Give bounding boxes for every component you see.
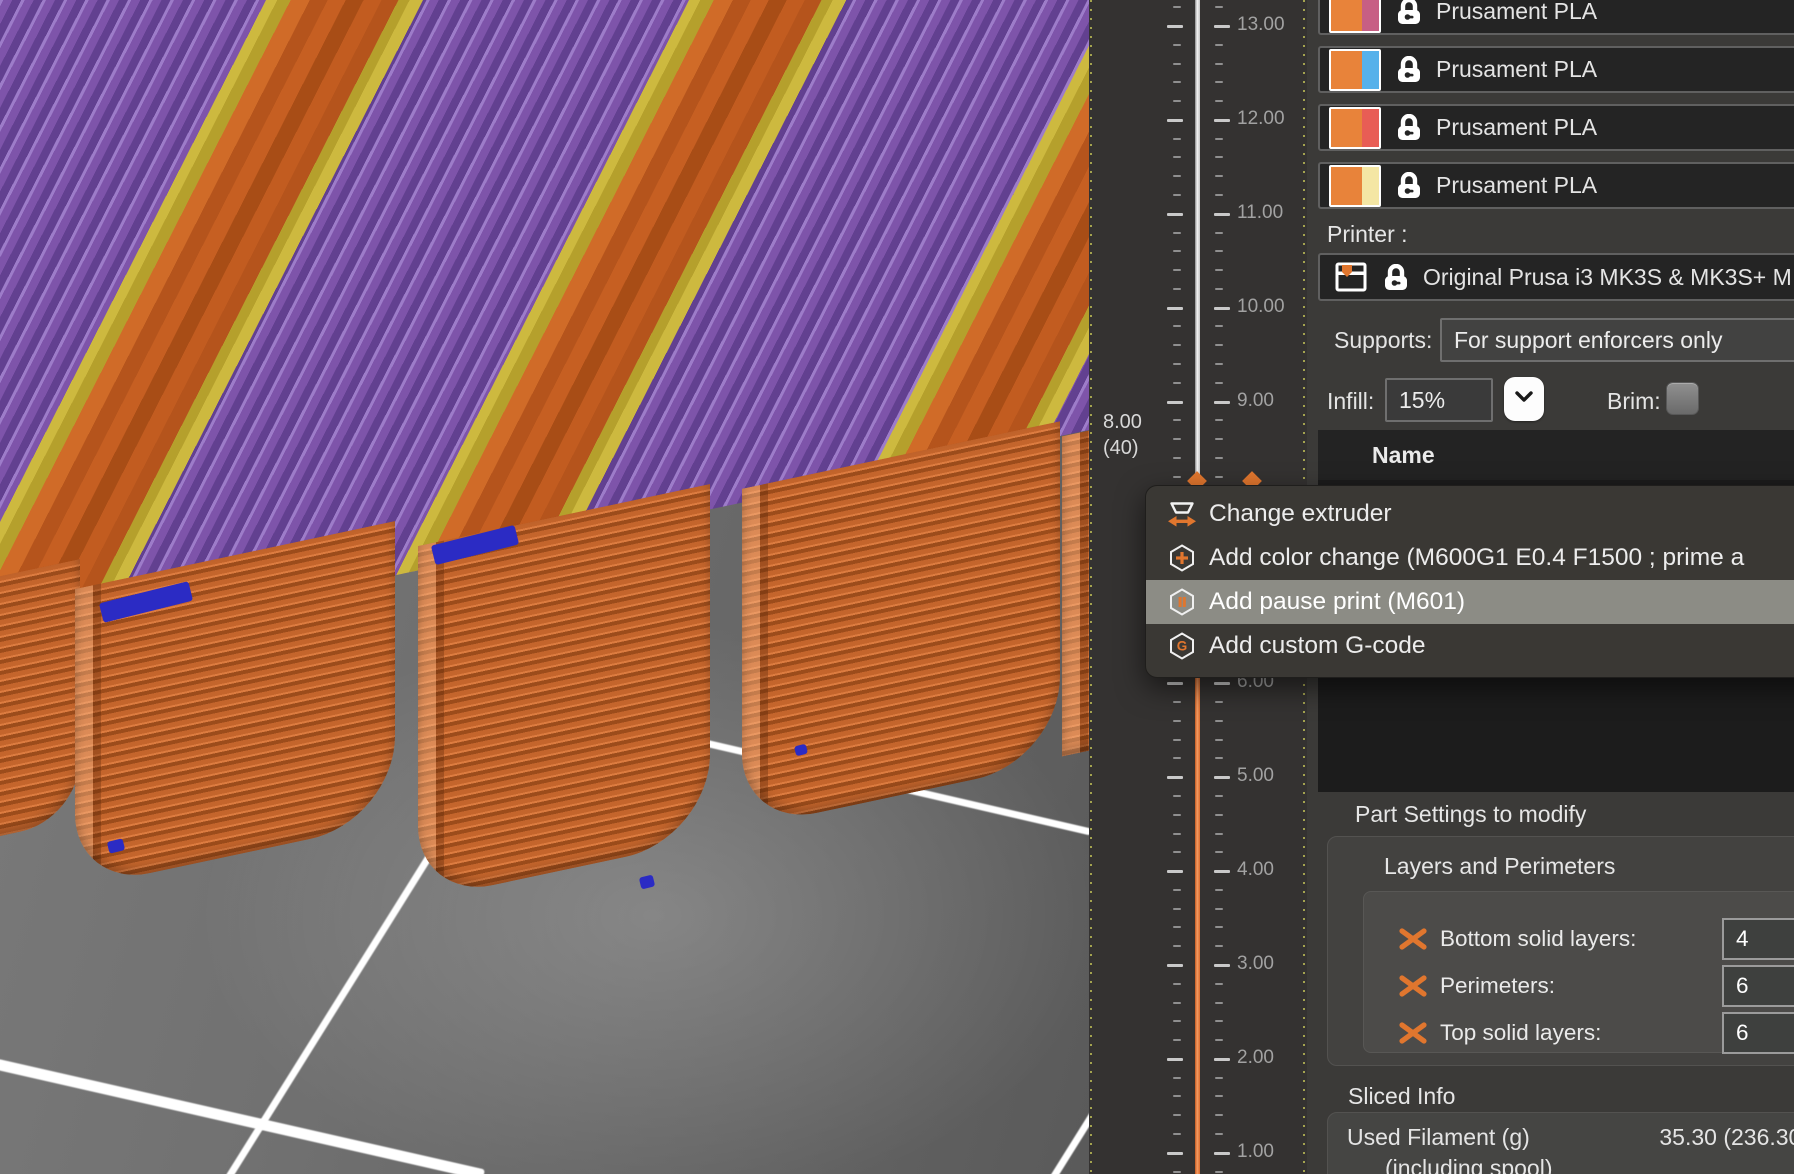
setting-row-top-solid-layers: Top solid layers: 6 — [1364, 1012, 1794, 1054]
hex-plus-icon — [1166, 544, 1198, 572]
menu-item-add-pause-print-m601-[interactable]: Add pause print (M601) — [1146, 580, 1794, 624]
menu-item-add-color-change-m600g1-e0-4[interactable]: Add color change (M600G1 E0.4 F1500 ; pr… — [1146, 536, 1794, 580]
infill-dropdown-button[interactable] — [1504, 377, 1544, 421]
remove-setting-icon[interactable] — [1398, 971, 1428, 1001]
setting-label: Top solid layers: — [1440, 1020, 1601, 1046]
used-filament-value: 35.30 (236.30) — [1561, 1124, 1794, 1151]
used-filament-label: Used Filament (g) — [1347, 1124, 1530, 1151]
lock-icon — [1397, 114, 1421, 141]
layers-perimeters-heading: Layers and Perimeters — [1384, 853, 1615, 880]
sliced-info-box: Used Filament (g) 35.30 (236.30) (includ… — [1327, 1112, 1794, 1174]
lock-icon — [1384, 264, 1408, 291]
supports-value: For support enforcers only — [1454, 327, 1722, 354]
sliced-info-title: Sliced Info — [1348, 1083, 1455, 1110]
filament-color-swatch — [1329, 49, 1381, 91]
svg-text:G: G — [1177, 639, 1188, 654]
current-layer-height: 8.00 — [1103, 409, 1142, 435]
lock-icon — [1397, 56, 1421, 83]
menu-item-add-custom-g-code[interactable]: G Add custom G-code — [1146, 624, 1794, 668]
used-filament-sublabel: (including spool) — [1385, 1155, 1552, 1174]
setting-row-bottom-solid-layers: Bottom solid layers: 4 — [1364, 918, 1794, 960]
printer-icon — [1334, 261, 1368, 293]
filament-name: Prusament PLA — [1436, 114, 1597, 141]
printer-heading: Printer : — [1327, 221, 1408, 248]
menu-item-change-extruder[interactable]: Change extruder — [1146, 492, 1794, 536]
filament-name: Prusament PLA — [1436, 172, 1597, 199]
supports-label: Supports: — [1334, 327, 1432, 354]
lock-icon — [1397, 172, 1421, 199]
lock-icon — [1397, 0, 1421, 25]
layer-slider-track[interactable] — [1195, 0, 1200, 479]
part-settings-title: Part Settings to modify — [1355, 801, 1586, 828]
layer-context-menu: Change extruder Add color change (M600G1 … — [1145, 485, 1794, 678]
filament-name: Prusament PLA — [1436, 56, 1597, 83]
supports-select[interactable]: For support enforcers only — [1440, 318, 1794, 362]
chevron-down-icon — [1513, 388, 1535, 411]
model-wall — [1062, 424, 1089, 757]
setting-label: Perimeters: — [1440, 973, 1555, 999]
menu-item-label: Add custom G-code — [1209, 632, 1426, 660]
infill-label: Infill: — [1327, 388, 1374, 415]
setting-value-input[interactable]: 6 — [1722, 1012, 1794, 1054]
setting-label: Bottom solid layers: — [1440, 926, 1636, 952]
part-settings-group-box: Layers and Perimeters Bottom solid layer… — [1327, 836, 1794, 1066]
3d-viewport[interactable] — [0, 0, 1089, 1174]
object-list-header: Name — [1318, 430, 1794, 480]
printer-selector[interactable]: Original Prusa i3 MK3S & MK3S+ M — [1318, 253, 1794, 301]
name-column-header: Name — [1372, 442, 1435, 469]
divider-dotted-line — [1090, 0, 1092, 1174]
current-layer-number: (40) — [1103, 435, 1142, 461]
menu-item-label: Add pause print (M601) — [1209, 588, 1465, 616]
filament-selector-4[interactable]: Prusament PLA — [1318, 162, 1794, 209]
filament-color-swatch — [1329, 107, 1381, 149]
printer-name: Original Prusa i3 MK3S & MK3S+ M — [1423, 264, 1792, 291]
filament-selector-1[interactable]: Prusament PLA — [1318, 0, 1794, 35]
setting-value-input[interactable]: 6 — [1722, 965, 1794, 1007]
brim-checkbox[interactable] — [1666, 382, 1699, 415]
setting-row-perimeters: Perimeters: 6 — [1364, 965, 1794, 1007]
infill-input[interactable]: 15% — [1385, 378, 1493, 422]
remove-setting-icon[interactable] — [1398, 1018, 1428, 1048]
filament-color-swatch — [1329, 0, 1381, 33]
infill-value: 15% — [1399, 387, 1445, 414]
menu-item-label: Change extruder — [1209, 500, 1392, 528]
filament-color-swatch — [1329, 165, 1381, 207]
filament-name: Prusament PLA — [1436, 0, 1597, 25]
remove-setting-icon[interactable] — [1398, 924, 1428, 954]
setting-value-input[interactable]: 4 — [1722, 918, 1794, 960]
hex-gcode-icon: G — [1166, 632, 1198, 660]
layers-perimeters-box: Bottom solid layers:4Perimeters:6Top sol… — [1363, 891, 1794, 1053]
current-layer-value: 8.00 (40) — [1103, 409, 1142, 461]
prusaslicer-window: 13.0012.0011.0010.009.008.007.006.005.00… — [0, 0, 1794, 1174]
extruder-swap-icon — [1166, 500, 1198, 528]
filament-selector-3[interactable]: Prusament PLA — [1318, 104, 1794, 151]
filament-selector-2[interactable]: Prusament PLA — [1318, 46, 1794, 93]
brim-label: Brim: — [1607, 388, 1661, 415]
menu-item-label: Add color change (M600G1 E0.4 F1500 ; pr… — [1209, 544, 1744, 572]
hex-pause-icon — [1166, 588, 1198, 616]
